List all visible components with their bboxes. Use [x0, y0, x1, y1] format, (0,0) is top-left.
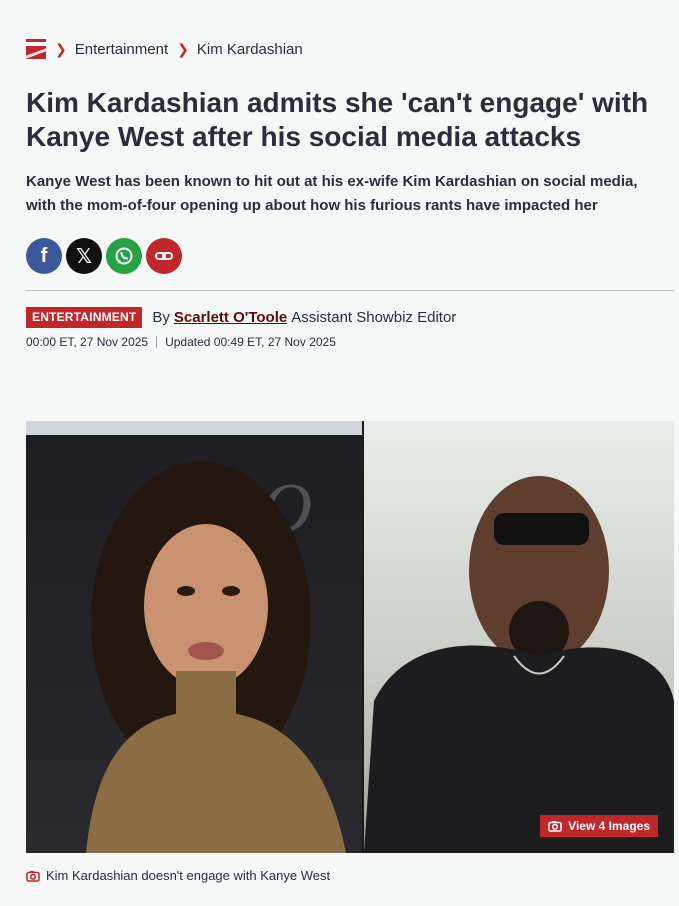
divider: [26, 290, 674, 291]
facebook-icon: f: [40, 244, 48, 267]
portrait-illustration-left: PRO: [26, 421, 362, 853]
date-separator: [156, 336, 158, 348]
article-subtitle: Kanye West has been known to hit out at …: [26, 173, 638, 214]
camera-icon: [548, 821, 562, 832]
x-share-button[interactable]: 𝕏: [66, 238, 102, 274]
hero-image-right-photo: [364, 421, 674, 853]
mirror-logo-icon[interactable]: [26, 39, 46, 59]
whatsapp-icon: [115, 247, 133, 265]
updated-time: Updated 00:49 ET, 27 Nov 2025: [165, 335, 336, 349]
caption-text: Kim Kardashian doesn't engage with Kanye…: [46, 868, 331, 883]
view-images-label: View 4 Images: [568, 819, 650, 833]
whatsapp-share-button[interactable]: [106, 238, 142, 274]
published-time: 00:00 ET, 27 Nov 2025: [26, 335, 149, 349]
facebook-share-button[interactable]: f: [26, 238, 62, 274]
camera-icon: [26, 870, 40, 882]
breadcrumb-kim-kardashian[interactable]: Kim Kardashian: [197, 41, 303, 58]
hero-image-left-photo: PRO: [26, 421, 362, 853]
share-bar: f 𝕏: [26, 238, 182, 274]
portrait-illustration-right: [364, 476, 674, 853]
category-badge[interactable]: ENTERTAINMENT: [26, 307, 143, 328]
image-caption: Kim Kardashian doesn't engage with Kanye…: [26, 868, 330, 883]
author-role: Assistant Showbiz Editor: [291, 309, 457, 326]
x-icon: 𝕏: [75, 245, 93, 268]
hero-image[interactable]: PRO View 4 Images: [26, 421, 674, 853]
breadcrumb: ❯ Entertainment ❯ Kim Kardashian: [26, 38, 303, 60]
byline: ENTERTAINMENT By Scarlett O'Toole Assist…: [26, 307, 456, 328]
article-dates: 00:00 ET, 27 Nov 2025 Updated 00:49 ET, …: [26, 335, 336, 349]
byline-prefix: By: [152, 309, 170, 326]
chevron-right-icon: ❯: [55, 40, 67, 57]
breadcrumb-entertainment[interactable]: Entertainment: [75, 41, 168, 58]
copy-link-button[interactable]: [146, 238, 182, 274]
link-icon: [155, 252, 173, 260]
chevron-right-icon: ❯: [177, 40, 189, 57]
article-title: Kim Kardashian admits she 'can't engage'…: [26, 87, 649, 152]
view-images-button[interactable]: View 4 Images: [540, 815, 658, 837]
author-link[interactable]: Scarlett O'Toole: [174, 309, 287, 326]
